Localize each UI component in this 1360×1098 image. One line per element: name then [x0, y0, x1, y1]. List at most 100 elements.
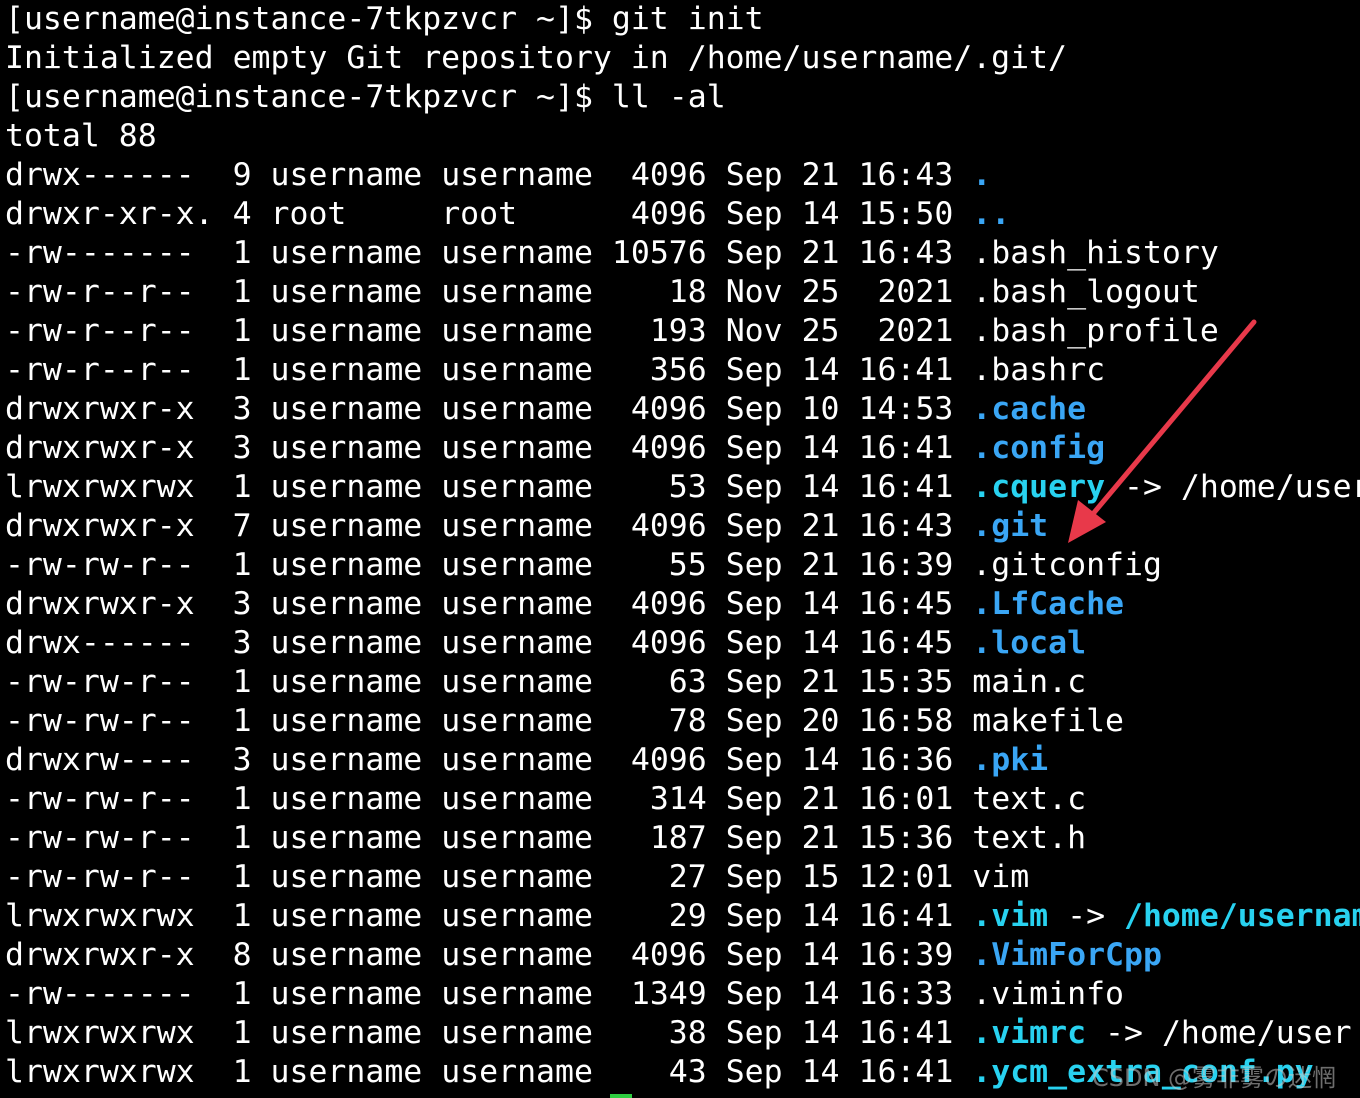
owner: username — [270, 586, 423, 622]
link-count: 1 — [213, 664, 252, 700]
month: Sep — [725, 235, 783, 271]
month: Sep — [725, 937, 783, 973]
file-name: .cache — [972, 391, 1087, 427]
time: 16:41 — [858, 352, 954, 388]
group: username — [441, 157, 593, 193]
month: Sep — [725, 586, 783, 622]
group: root — [441, 196, 593, 232]
group: username — [441, 781, 593, 817]
output-line: total 88 — [5, 117, 157, 156]
file-size: 63 — [611, 664, 707, 700]
file-size: 187 — [611, 820, 707, 856]
file-name: .config — [972, 430, 1106, 466]
link-count: 1 — [213, 781, 252, 817]
permissions: drwxrwxr-x — [5, 586, 214, 622]
day: 14 — [801, 1054, 840, 1090]
month: Sep — [725, 664, 783, 700]
day: 14 — [801, 430, 840, 466]
terminal-window[interactable]: [username@instance-7tkpzvcr ~]$ git init… — [5, 0, 1360, 1098]
month: Nov — [725, 274, 783, 310]
time: 2021 — [858, 274, 954, 310]
link-count: 4 — [213, 196, 252, 232]
time: 16:41 — [858, 1054, 954, 1090]
listing-row: drwxrwxr-x 3 username username 4096 Sep … — [5, 390, 1086, 429]
time: 16:39 — [858, 547, 954, 583]
group: username — [441, 1015, 593, 1051]
day: 14 — [801, 352, 840, 388]
file-size: 29 — [611, 898, 707, 934]
time: 15:50 — [858, 196, 954, 232]
time: 16:41 — [858, 430, 954, 466]
time: 12:01 — [858, 859, 954, 895]
day: 14 — [801, 625, 840, 661]
listing-row: -rw------- 1 username username 10576 Sep… — [5, 234, 1219, 273]
symlink-arrow: -> — [1086, 1015, 1162, 1051]
group: username — [441, 235, 593, 271]
link-count: 1 — [213, 820, 252, 856]
permissions: drwx------ — [5, 625, 214, 661]
time: 16:43 — [858, 508, 954, 544]
group: username — [441, 976, 593, 1012]
link-count: 3 — [213, 391, 252, 427]
listing-row: drwxrwxr-x 8 username username 4096 Sep … — [5, 936, 1162, 975]
listing-row: -rw-rw-r-- 1 username username 314 Sep 2… — [5, 780, 1086, 819]
month: Sep — [725, 625, 783, 661]
day: 14 — [801, 976, 840, 1012]
file-name: .. — [972, 196, 1011, 232]
day: 21 — [801, 781, 840, 817]
file-name: .vim — [972, 898, 1049, 934]
file-size: 4096 — [611, 196, 707, 232]
cursor-indicator — [610, 1094, 632, 1098]
link-count: 1 — [213, 703, 252, 739]
listing-row: drwx------ 9 username username 4096 Sep … — [5, 156, 991, 195]
command-text: [username@instance-7tkpzvcr ~]$ git init — [5, 1, 764, 37]
owner: username — [270, 820, 423, 856]
permissions: -rw-rw-r-- — [5, 547, 214, 583]
owner: username — [270, 1015, 423, 1051]
listing-row: -rw-r--r-- 1 username username 18 Nov 25… — [5, 273, 1200, 312]
symlink-arrow: -> — [1105, 469, 1181, 505]
listing-row: -rw-rw-r-- 1 username username 27 Sep 15… — [5, 858, 1029, 897]
link-count: 1 — [213, 1015, 252, 1051]
group: username — [441, 391, 593, 427]
owner: username — [270, 742, 423, 778]
day: 14 — [801, 196, 840, 232]
link-count: 1 — [213, 898, 252, 934]
time: 16:45 — [858, 586, 954, 622]
listing-row: -rw-r--r-- 1 username username 356 Sep 1… — [5, 351, 1105, 390]
link-count: 1 — [213, 469, 252, 505]
link-count: 1 — [213, 274, 252, 310]
file-name: . — [972, 157, 992, 193]
month: Sep — [725, 469, 783, 505]
owner: username — [270, 703, 423, 739]
permissions: -rw-r--r-- — [5, 313, 214, 349]
symlink-target: /home/user — [1161, 1015, 1352, 1051]
link-count: 8 — [213, 937, 252, 973]
link-count: 3 — [213, 625, 252, 661]
owner: username — [270, 976, 423, 1012]
day: 21 — [801, 157, 840, 193]
file-name: makefile — [972, 703, 1124, 739]
day: 21 — [801, 508, 840, 544]
month: Sep — [725, 391, 783, 427]
link-count: 7 — [213, 508, 252, 544]
permissions: lrwxrwxrwx — [5, 898, 214, 934]
time: 16:01 — [858, 781, 954, 817]
month: Sep — [725, 1054, 783, 1090]
prompt-line: [username@instance-7tkpzvcr ~]$ git init — [5, 0, 764, 39]
listing-row: lrwxrwxrwx 1 username username 38 Sep 14… — [5, 1014, 1352, 1053]
month: Sep — [725, 508, 783, 544]
group: username — [441, 352, 593, 388]
link-count: 9 — [213, 157, 252, 193]
permissions: drwxrwxr-x — [5, 937, 214, 973]
month: Sep — [725, 196, 783, 232]
month: Sep — [725, 976, 783, 1012]
day: 14 — [801, 469, 840, 505]
file-name: .local — [972, 625, 1087, 661]
link-count: 1 — [213, 1054, 252, 1090]
file-size: 4096 — [611, 937, 707, 973]
month: Sep — [725, 157, 783, 193]
file-size: 4096 — [611, 508, 707, 544]
file-size: 1349 — [611, 976, 707, 1012]
file-name: .git — [972, 508, 1049, 544]
